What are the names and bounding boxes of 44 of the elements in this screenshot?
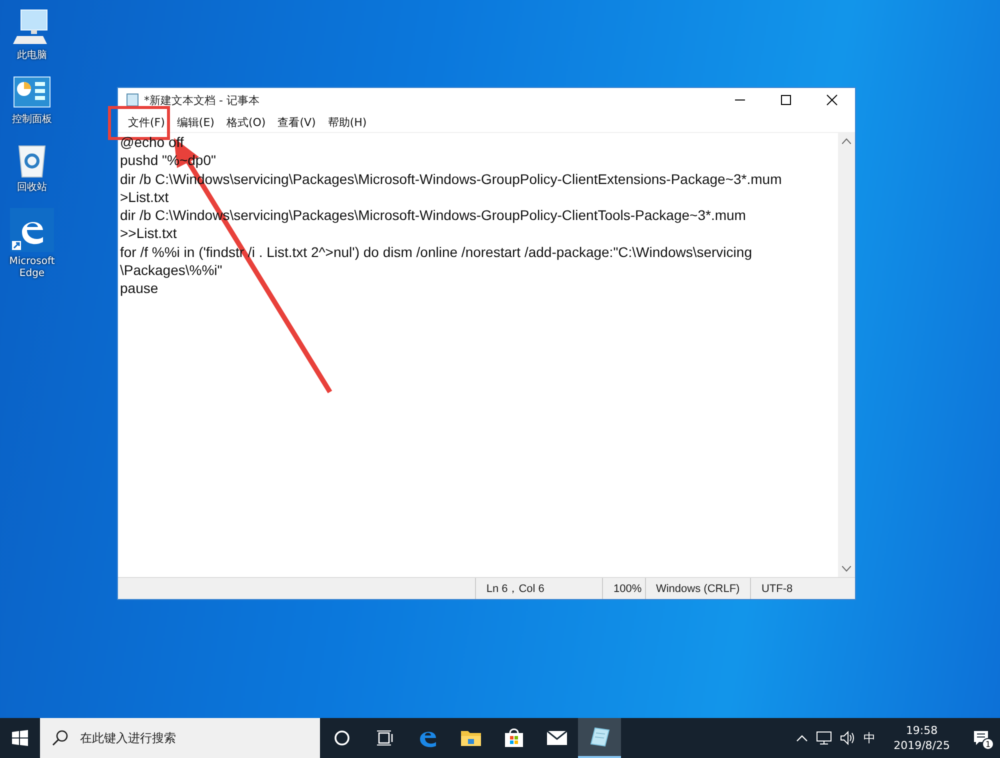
search-field[interactable]: 在此键入进行搜索 xyxy=(40,718,320,758)
menu-item[interactable]: 文件(F) xyxy=(122,112,171,132)
notepad-icon xyxy=(588,726,610,748)
menu-item[interactable]: 查看(V) xyxy=(272,112,322,132)
network-icon[interactable] xyxy=(816,731,832,745)
text-line: >List.txt xyxy=(120,188,169,206)
input-method-indicator[interactable]: 中 xyxy=(864,730,876,746)
clock[interactable]: 19:58 2019/8/25 xyxy=(894,723,950,753)
envelope-icon xyxy=(546,730,568,746)
time-text: 19:58 xyxy=(906,723,938,738)
shopping-bag-icon xyxy=(504,728,524,748)
taskbar-button[interactable] xyxy=(578,718,621,758)
text-line: \Packages\%%i" xyxy=(120,261,222,280)
edge-icon[interactable] xyxy=(10,208,54,252)
chevron-up-icon[interactable] xyxy=(796,734,808,742)
notification-count: 1 xyxy=(982,738,994,750)
folder-icon xyxy=(460,729,482,747)
desktop-icon-label[interactable]: Microsoft Edge xyxy=(2,256,62,280)
status-text: Ln 6，Col 6 xyxy=(475,578,602,599)
menu-item[interactable]: 格式(O) xyxy=(220,112,272,132)
search-input[interactable]: 在此键入进行搜索 xyxy=(78,730,302,746)
menu-item[interactable]: 编辑(E) xyxy=(170,112,220,132)
search-icon xyxy=(52,730,68,746)
volume-icon[interactable] xyxy=(840,731,856,745)
text-line: >>List.txt xyxy=(120,224,177,243)
windows-start-icon[interactable] xyxy=(12,730,28,746)
window-title: *新建文本文档 - 记事本 xyxy=(144,92,260,108)
menu-item[interactable]: 帮助(H) xyxy=(322,112,373,132)
task-view-icon xyxy=(376,730,394,746)
status-text: 100% xyxy=(602,578,645,599)
scrollbar[interactable] xyxy=(838,133,855,577)
notepad-icon xyxy=(126,93,140,107)
text-line: pause xyxy=(120,279,158,298)
scroll-up-icon[interactable] xyxy=(842,138,851,144)
circle-icon xyxy=(334,730,350,746)
date-text: 2019/8/25 xyxy=(894,738,950,753)
scroll-down-icon[interactable] xyxy=(842,566,851,572)
status-text: UTF-8 xyxy=(750,578,855,599)
desktop-icon-label[interactable]: 此电脑 xyxy=(2,50,62,62)
control-panel-icon[interactable] xyxy=(13,76,51,110)
desktop-icon-label[interactable]: 回收站 xyxy=(2,182,62,194)
notification-button[interactable]: 1 xyxy=(968,726,994,750)
status-text: Windows (CRLF) xyxy=(644,578,750,599)
desktop-icon-label[interactable]: 控制面板 xyxy=(2,114,62,126)
